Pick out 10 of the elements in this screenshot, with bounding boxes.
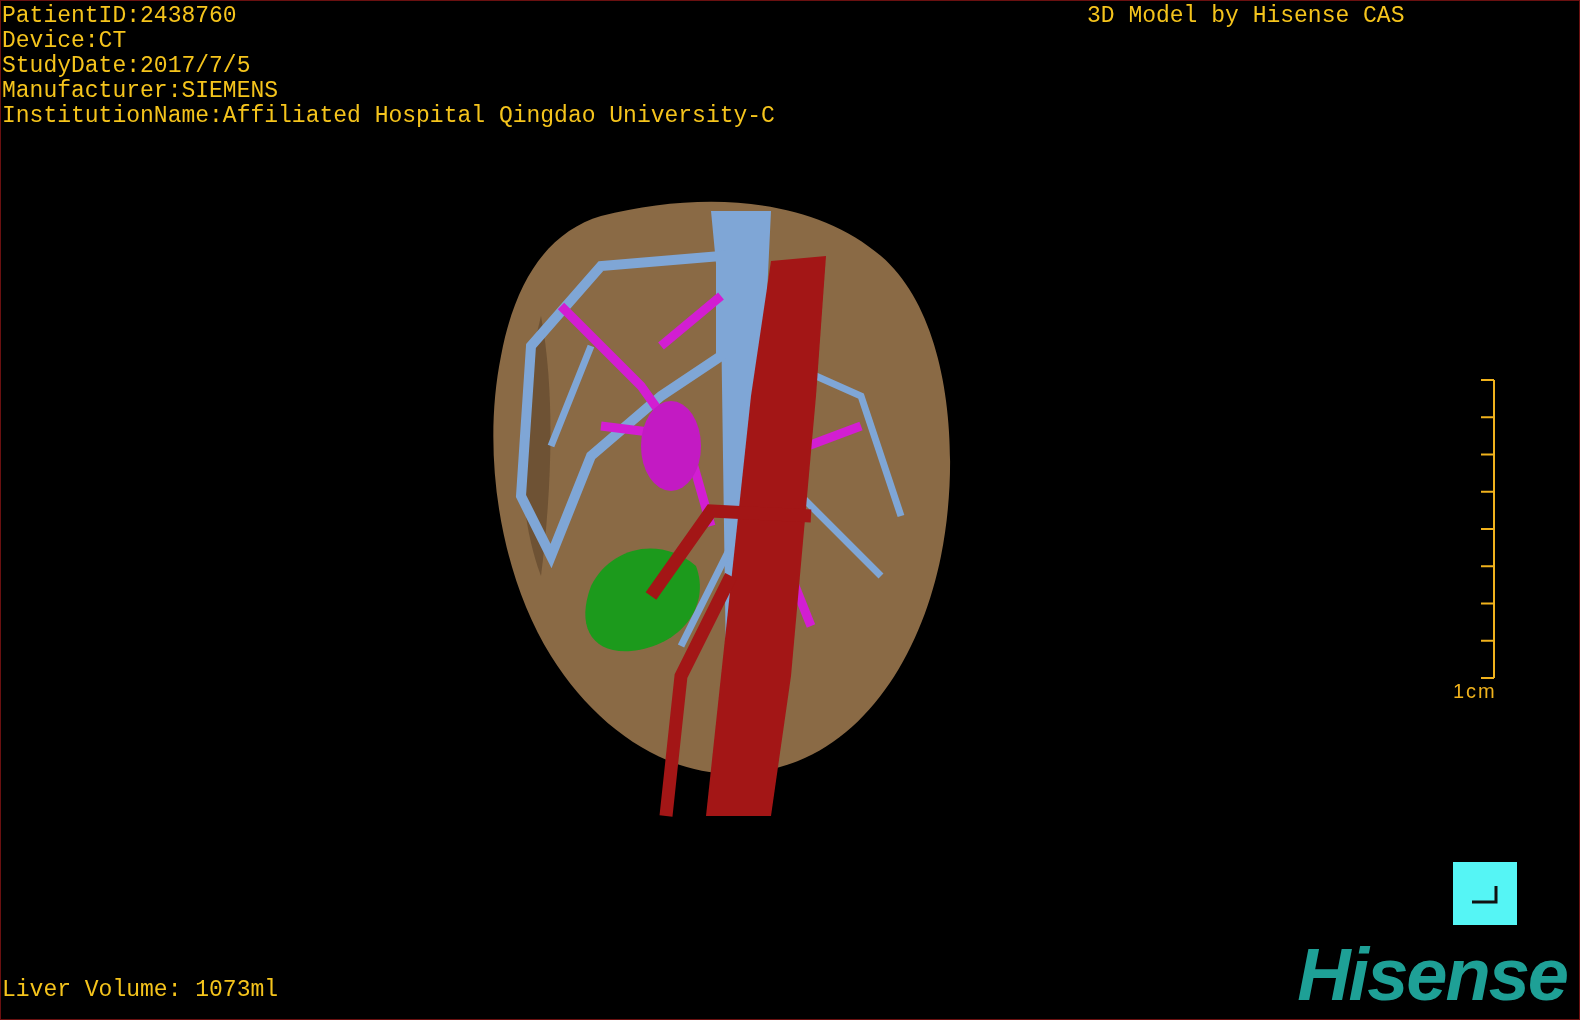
liver-volume-text: Liver Volume: 1073ml [2, 978, 279, 1003]
corner-button[interactable] [1453, 862, 1517, 925]
brand-logo: Hisense [1297, 936, 1568, 1014]
patient-info-text: StudyDate:2017/7/5 [2, 54, 252, 79]
patient-info-text: Manufacturer:SIEMENS [2, 79, 280, 104]
patient-info-text: InstitutionName:Affiliated Hospital Qingdao University-C [2, 104, 775, 129]
patient-info-text: PatientID:2438760 [2, 4, 238, 29]
patient-info-text: Device:CT [2, 29, 128, 54]
viewer-title: 3D Model by Hisense CAS [1087, 4, 1405, 29]
scale-label: 1cm [1453, 680, 1497, 703]
